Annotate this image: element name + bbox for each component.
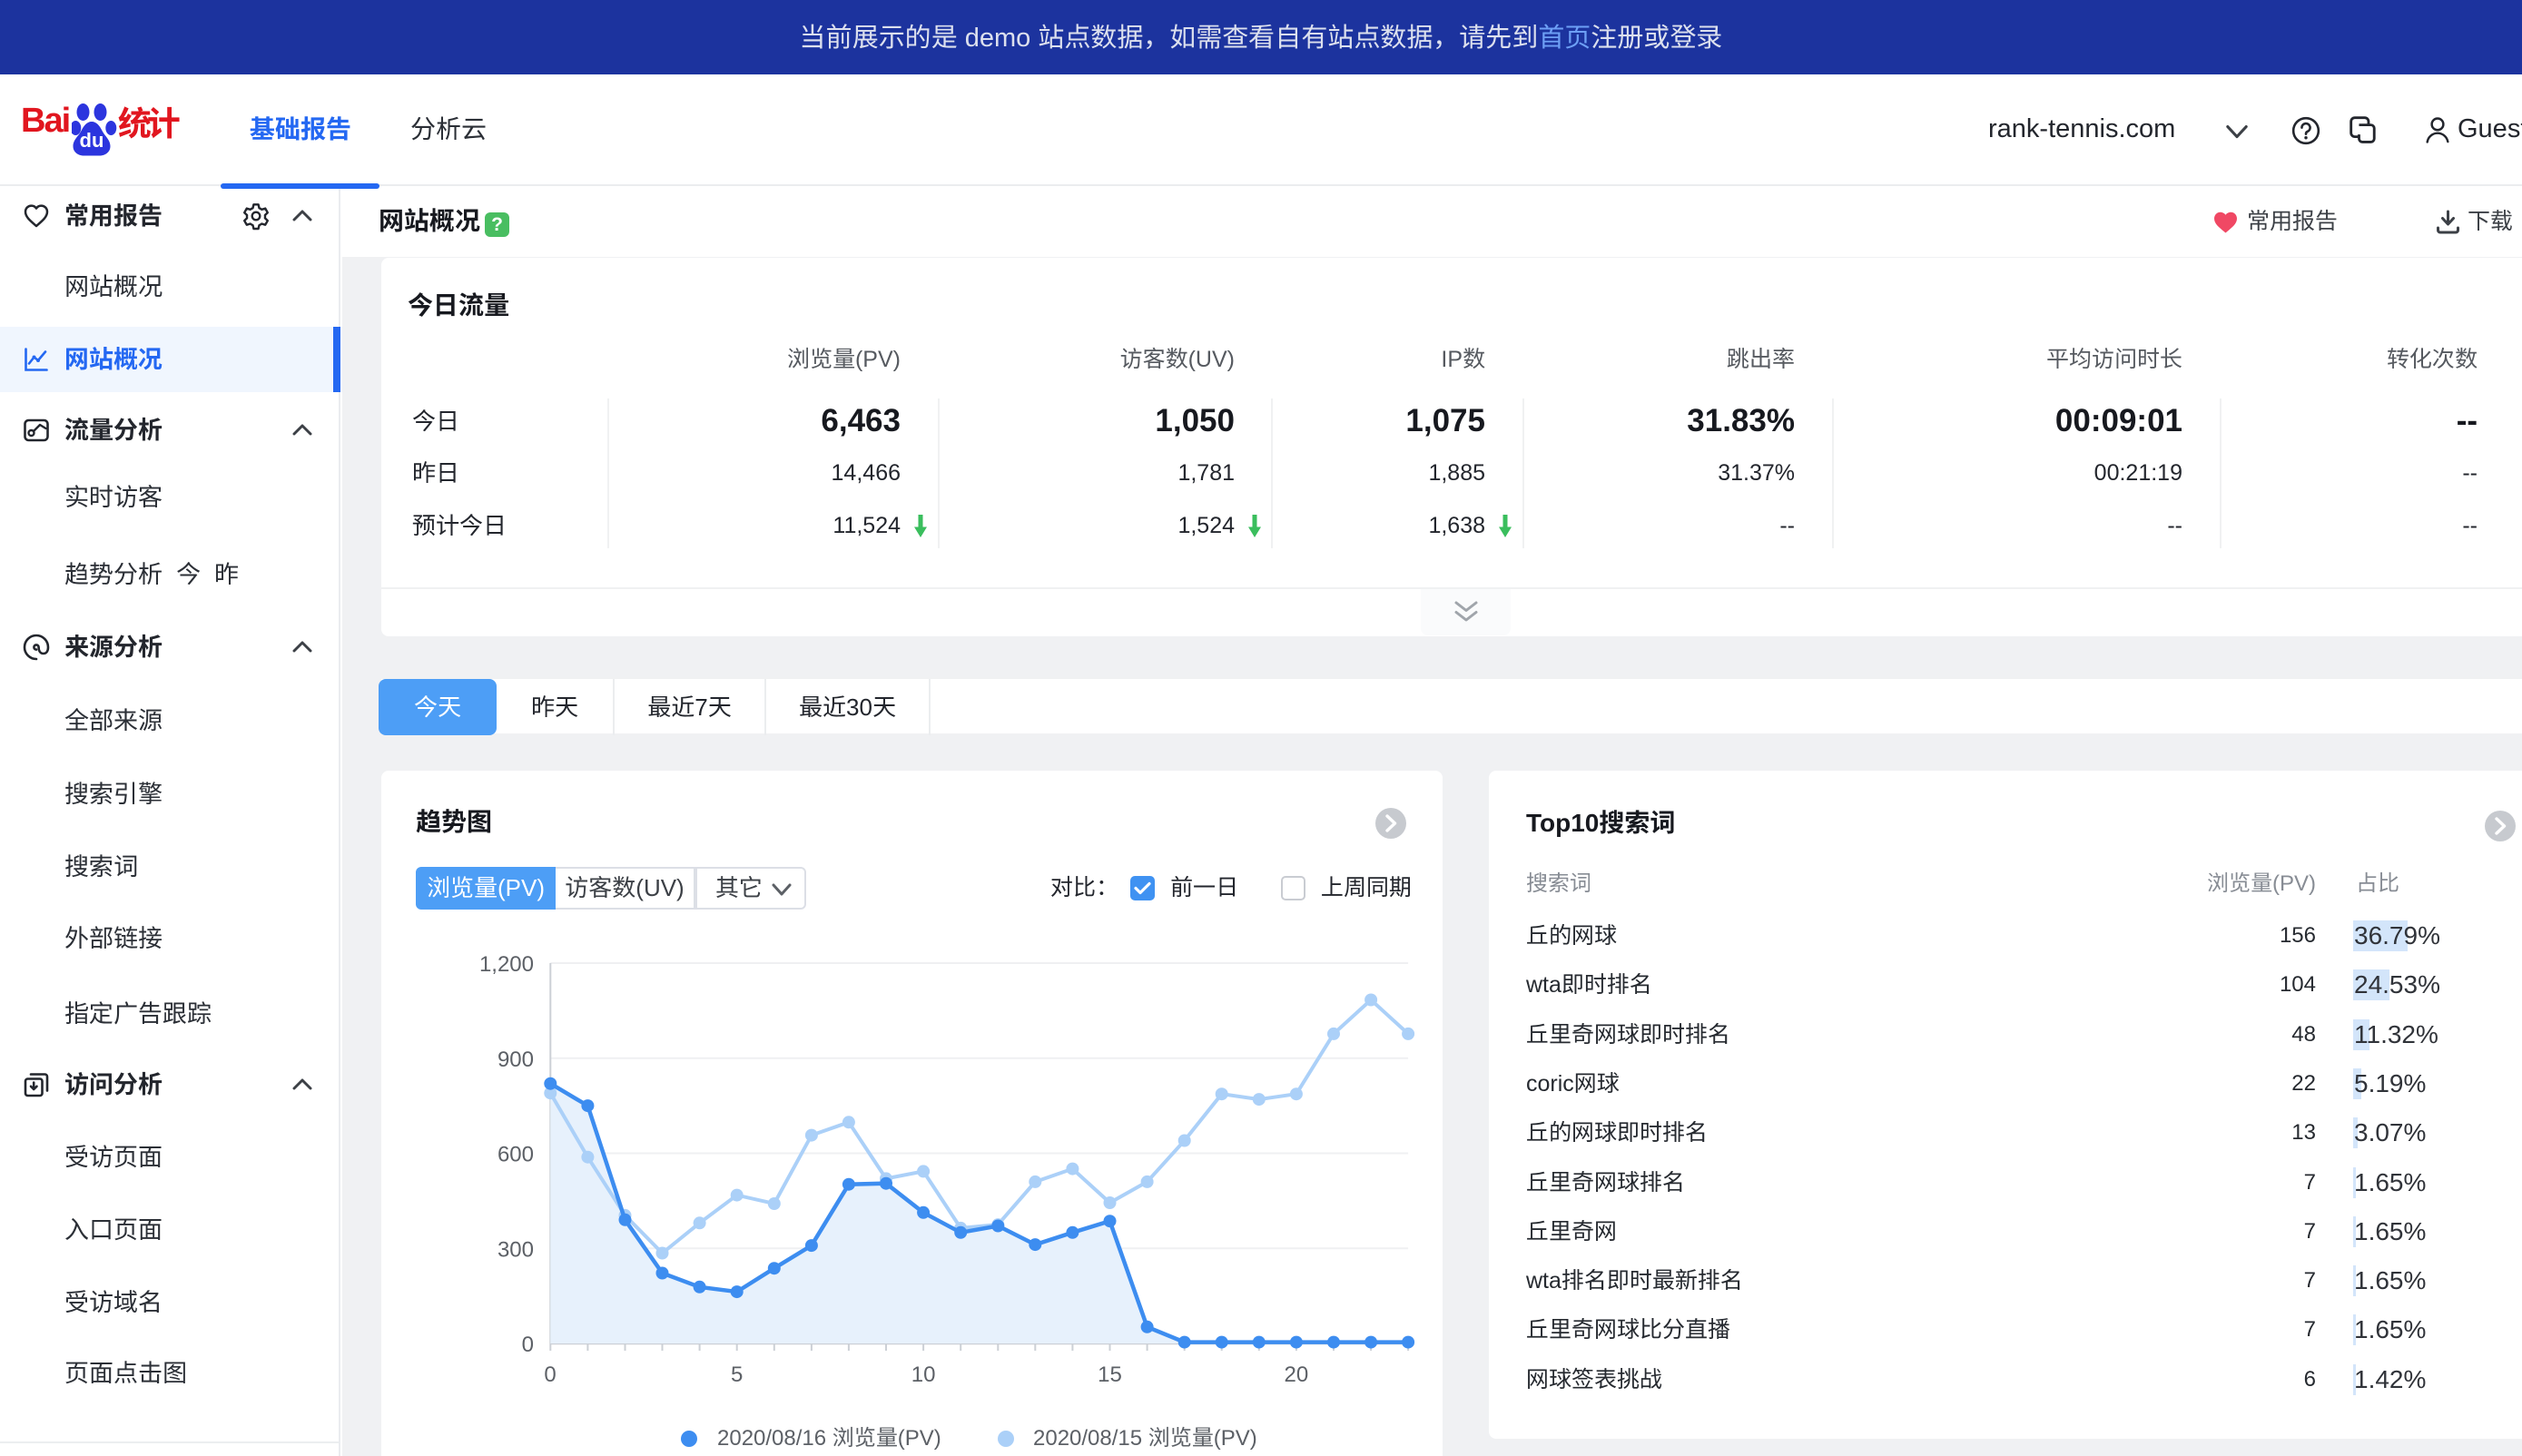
svg-text:5: 5 bbox=[731, 1363, 743, 1387]
svg-text:0: 0 bbox=[544, 1363, 556, 1387]
svg-text:900: 900 bbox=[498, 1048, 534, 1072]
svg-text:15: 15 bbox=[1098, 1363, 1122, 1387]
svg-text:600: 600 bbox=[498, 1143, 534, 1167]
svg-text:1,200: 1,200 bbox=[479, 952, 534, 977]
svg-text:10: 10 bbox=[911, 1363, 936, 1387]
svg-text:20: 20 bbox=[1285, 1363, 1309, 1387]
svg-text:0: 0 bbox=[522, 1333, 534, 1357]
svg-text:300: 300 bbox=[498, 1237, 534, 1262]
